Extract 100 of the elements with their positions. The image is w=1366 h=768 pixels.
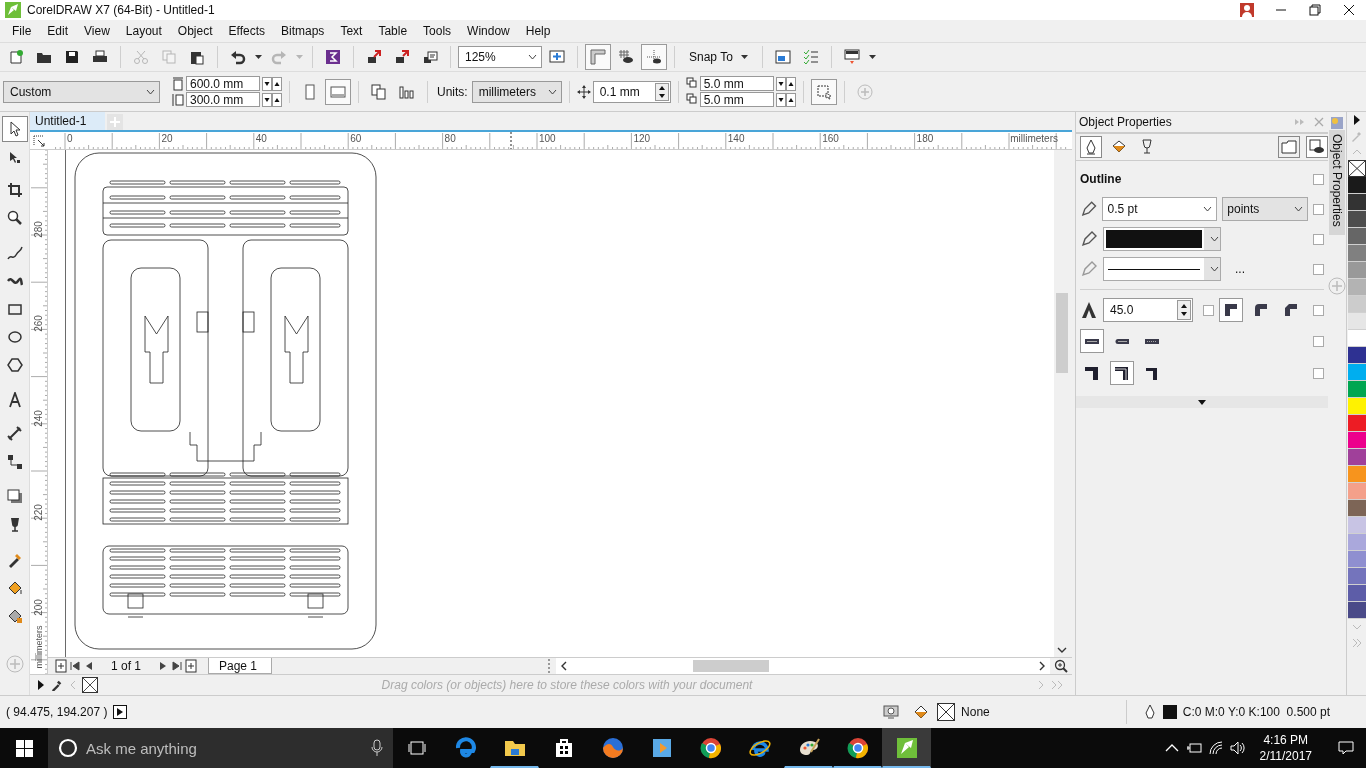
lock-checkbox[interactable] (1313, 203, 1324, 215)
spin-buttons[interactable] (262, 92, 282, 107)
wifi-icon[interactable] (1207, 740, 1224, 756)
corner-join-icon[interactable] (1219, 298, 1243, 322)
color-swatch[interactable] (1347, 330, 1366, 347)
spin-buttons[interactable] (1177, 300, 1191, 320)
menu-item[interactable]: Layout (117, 21, 170, 41)
lock-checkbox[interactable] (1313, 304, 1324, 316)
page-tab[interactable]: Page 1 (208, 658, 273, 674)
scroll-thumb[interactable] (1056, 293, 1068, 373)
ruler-origin-icon[interactable] (33, 135, 45, 147)
menu-item[interactable]: File (4, 21, 40, 41)
color-swatch[interactable] (1347, 364, 1366, 381)
lock-checkbox[interactable] (1313, 263, 1324, 275)
microphone-icon[interactable] (371, 739, 383, 757)
color-swatch[interactable] (1347, 296, 1366, 313)
menu-item[interactable]: Effects (220, 21, 273, 41)
color-swatch[interactable] (1347, 177, 1366, 194)
add-page-icon[interactable] (54, 659, 68, 673)
color-swatch[interactable] (1347, 313, 1366, 330)
color-swatch[interactable] (1347, 211, 1366, 228)
spin-buttons[interactable] (775, 92, 796, 107)
eyedropper-icon[interactable] (50, 679, 64, 691)
eye-icon[interactable] (1306, 136, 1328, 158)
pointer-icon[interactable] (1, 116, 28, 142)
color-swatch[interactable] (1347, 228, 1366, 245)
menu-item[interactable]: View (76, 21, 118, 41)
color-swatch[interactable] (1347, 381, 1366, 398)
no-color-swatch[interactable] (82, 677, 98, 693)
color-swatch[interactable] (1347, 415, 1366, 432)
menu-item[interactable]: Help (517, 21, 559, 41)
page-height-field[interactable]: 300.0 mm (186, 92, 260, 107)
color-swatch[interactable] (1347, 551, 1366, 568)
lock-checkbox[interactable] (1313, 335, 1324, 347)
color-swatch[interactable] (1347, 517, 1366, 534)
expand-icon[interactable] (1198, 399, 1206, 405)
clock-time[interactable]: 4:16 PM (1263, 732, 1309, 748)
lock-checkbox[interactable] (1203, 304, 1214, 316)
color-swatch[interactable] (1347, 585, 1366, 602)
spin-buttons[interactable] (262, 76, 282, 91)
search-field[interactable]: Ask me anything (48, 728, 393, 768)
monitor-icon[interactable] (883, 704, 900, 720)
snap-to-button[interactable]: Snap To (682, 45, 755, 69)
menu-item[interactable]: Tools (415, 21, 460, 41)
color-swatch[interactable] (1347, 398, 1366, 415)
vertical-ruler[interactable]: 280 260 240 220 200 millimeters (30, 150, 48, 674)
spin-buttons[interactable] (654, 82, 669, 101)
color-swatch[interactable] (1347, 262, 1366, 279)
page-preset-dropdown[interactable]: Custom (3, 80, 160, 103)
color-swatch[interactable] (1347, 534, 1366, 551)
outline-color-picker[interactable] (1103, 227, 1221, 251)
scroll-thumb[interactable] (693, 660, 769, 672)
duplicate-y-field[interactable]: 5.0 mm (699, 92, 774, 107)
cap-icon[interactable] (1080, 329, 1104, 353)
battery-icon[interactable] (1185, 740, 1202, 756)
volume-icon[interactable] (1229, 740, 1246, 756)
add-page-icon[interactable] (184, 659, 198, 673)
outline-width-dropdown[interactable]: 0.5 pt (1102, 197, 1218, 221)
color-swatch[interactable] (1347, 449, 1366, 466)
menu-item[interactable]: Bitmaps (273, 21, 333, 41)
color-swatch[interactable] (1347, 483, 1366, 500)
play-icon[interactable] (36, 679, 46, 691)
menu-item[interactable]: Table (370, 21, 416, 41)
more-button[interactable]: ... (1226, 261, 1254, 277)
color-swatch[interactable] (1347, 279, 1366, 296)
clock-date[interactable]: 2/11/2017 (1259, 748, 1312, 764)
color-swatch[interactable] (1347, 602, 1366, 619)
duplicate-x-field[interactable]: 5.0 mm (699, 76, 774, 91)
menu-item[interactable]: Object (169, 21, 221, 41)
scroll-right-icon[interactable] (1038, 661, 1046, 671)
page-width-field[interactable]: 600.0 mm (186, 76, 260, 91)
menu-item[interactable]: Text (332, 21, 371, 41)
scroll-down-icon[interactable] (1057, 647, 1067, 654)
units-dropdown[interactable]: millimeters (471, 80, 562, 103)
menu-item[interactable]: Edit (39, 21, 77, 41)
select-frame-icon[interactable] (810, 78, 837, 105)
color-swatch[interactable] (1347, 245, 1366, 262)
color-swatch[interactable] (1347, 347, 1366, 364)
outline-position-icon[interactable] (1110, 361, 1134, 385)
landscape-page-icon[interactable] (325, 78, 351, 105)
color-swatch[interactable] (1347, 432, 1366, 449)
side-tab[interactable]: Object Properties (1329, 130, 1345, 235)
zoom-level-dropdown[interactable]: 125% (458, 46, 542, 68)
color-swatch[interactable] (1347, 568, 1366, 585)
first-page-icon[interactable] (68, 659, 82, 673)
lock-checkbox[interactable] (1313, 233, 1324, 245)
play-icon[interactable] (113, 705, 128, 719)
units-dropdown[interactable]: points (1222, 197, 1308, 221)
color-swatch[interactable] (1347, 500, 1366, 517)
lock-checkbox[interactable] (1313, 173, 1324, 185)
document-tab[interactable]: Untitled-1 (30, 112, 106, 130)
color-swatch[interactable] (1347, 466, 1366, 483)
frame-icon[interactable] (1278, 136, 1300, 158)
color-swatch[interactable] (1347, 194, 1366, 211)
pen-nib-icon[interactable] (1080, 136, 1102, 158)
lock-checkbox[interactable] (1313, 367, 1324, 379)
guides-icon[interactable] (641, 44, 667, 70)
spin-buttons[interactable] (775, 76, 796, 91)
menu-item[interactable]: Window (459, 21, 518, 41)
miter-limit-field[interactable]: 45.0 (1103, 298, 1193, 322)
